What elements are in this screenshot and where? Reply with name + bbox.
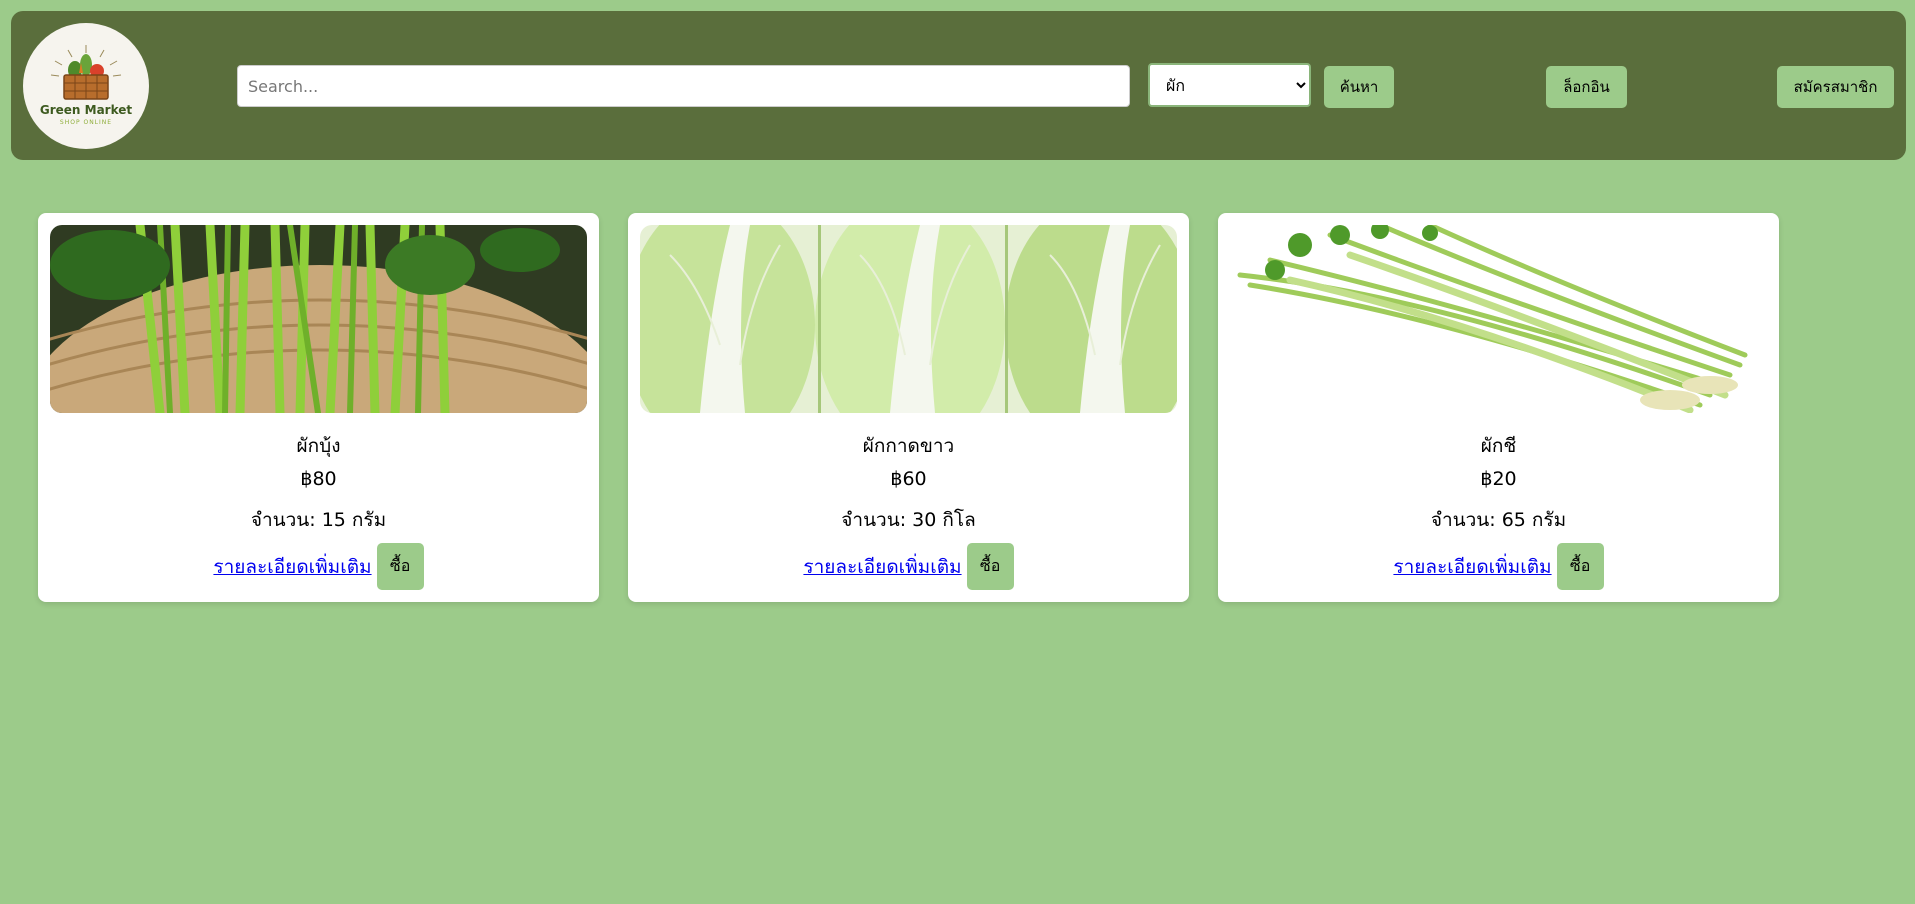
product-image [50, 225, 587, 413]
buy-button[interactable]: ซื้อ [1556, 543, 1604, 590]
product-price: ฿80 [300, 468, 337, 490]
product-card: ผักชี ฿20 จำนวน: 65 กรัม รายละเอียดเพิ่ม… [1218, 213, 1779, 602]
product-name: ผักบุ้ง [296, 435, 341, 457]
buy-button[interactable]: ซื้อ [966, 543, 1014, 590]
product-name: ผักกาดขาว [862, 435, 955, 457]
product-actions: รายละเอียดเพิ่มเติม ซื้อ [628, 543, 1189, 590]
product-card: ผักบุ้ง ฿80 จำนวน: 15 กรัม รายละเอียดเพิ… [38, 213, 599, 602]
product-detail-link[interactable]: รายละเอียดเพิ่มเติม [1393, 552, 1551, 582]
product-actions: รายละเอียดเพิ่มเติม ซื้อ [1218, 543, 1779, 590]
buy-button[interactable]: ซื้อ [376, 543, 424, 590]
vegetable-basket-icon [50, 45, 122, 100]
search-input[interactable] [237, 65, 1130, 107]
logo-title: Green Market [39, 103, 133, 117]
product-price: ฿20 [1480, 468, 1517, 490]
product-detail-link[interactable]: รายละเอียดเพิ่มเติม [213, 552, 371, 582]
product-detail-link[interactable]: รายละเอียดเพิ่มเติม [803, 552, 961, 582]
logo-subtitle: SHOP ONLINE [59, 119, 113, 126]
product-image [1230, 225, 1767, 413]
login-button[interactable]: ล็อกอิน [1546, 66, 1627, 108]
green-market-logo[interactable]: Green Market SHOP ONLINE [23, 23, 149, 149]
product-image [640, 225, 1177, 413]
product-quantity: จำนวน: 15 กรัม [250, 509, 387, 531]
search-button[interactable]: ค้นหา [1324, 66, 1394, 108]
product-actions: รายละเอียดเพิ่มเติม ซื้อ [38, 543, 599, 590]
product-price: ฿60 [890, 468, 927, 490]
top-header: Green Market SHOP ONLINE ผัก ค้นหา ล็อกอ… [11, 11, 1906, 160]
register-button[interactable]: สมัครสมาชิก [1777, 66, 1894, 108]
product-name: ผักชี [1480, 435, 1517, 457]
category-select[interactable]: ผัก [1148, 63, 1311, 107]
product-quantity: จำนวน: 30 กิโล [841, 509, 976, 531]
product-card: ผักกาดขาว ฿60 จำนวน: 30 กิโล รายละเอียดเ… [628, 213, 1189, 602]
product-quantity: จำนวน: 65 กรัม [1430, 509, 1567, 531]
